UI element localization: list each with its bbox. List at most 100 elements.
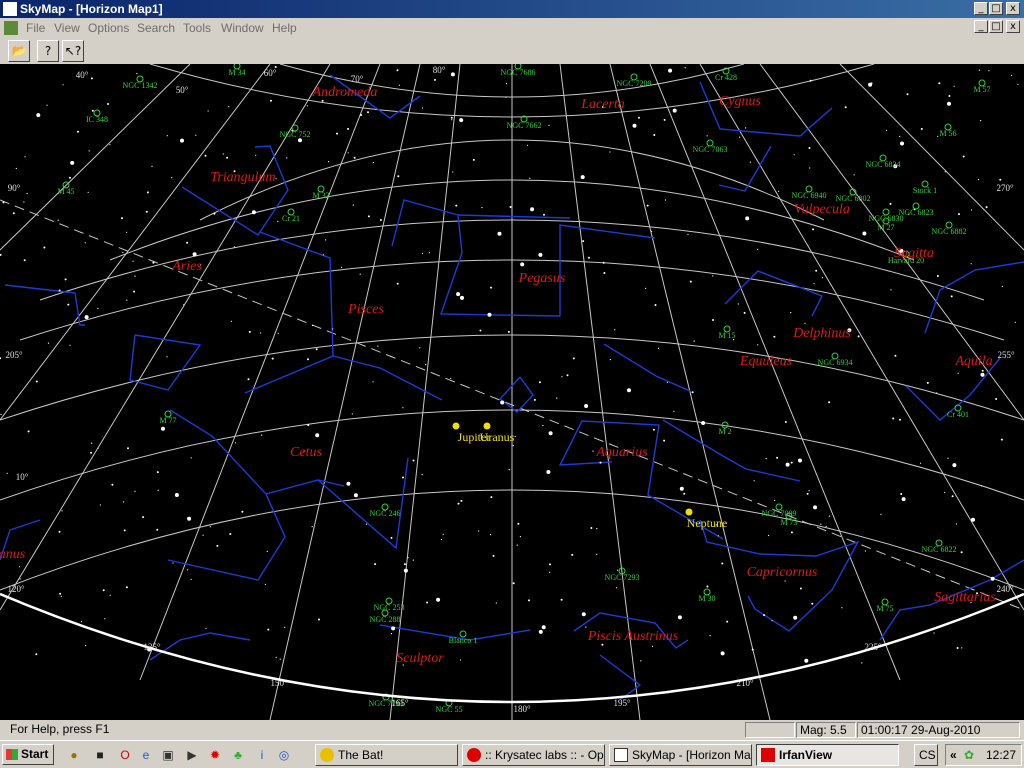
star — [230, 320, 232, 322]
constellation-label[interactable]: Aries — [171, 259, 202, 274]
planet-marker[interactable] — [452, 422, 460, 430]
constellation-label[interactable]: Piscis Austrinus — [587, 629, 679, 644]
star — [156, 471, 159, 474]
quicklaunch-game-icon[interactable]: ♣ — [230, 747, 246, 763]
task-the-bat[interactable]: The Bat! — [315, 744, 458, 766]
constellation-label[interactable]: Sculptor — [396, 651, 444, 666]
task-skymap[interactable]: SkyMap - [Horizon Ma... — [609, 744, 752, 766]
task-opera[interactable]: :: Krysatec labs :: - Op... — [462, 744, 605, 766]
dso-label: NGC 6882 — [932, 227, 967, 236]
language-indicator[interactable]: CS — [914, 744, 938, 766]
quicklaunch-ie-icon[interactable]: e — [138, 747, 154, 763]
star — [825, 525, 827, 528]
maximize-button[interactable]: □ — [989, 2, 1003, 15]
constellation-label[interactable]: Equuleus — [739, 354, 793, 369]
status-help-text: For Help, press F1 — [10, 722, 110, 736]
minimize-button[interactable]: _ — [974, 2, 988, 15]
star — [426, 601, 429, 604]
constellation-label[interactable]: Capricornus — [747, 565, 818, 580]
constellation-label[interactable]: Sagittarius — [934, 590, 996, 605]
constellation-label[interactable]: Delphinus — [792, 326, 851, 341]
star — [109, 594, 111, 596]
sky-map[interactable]: NGC 7686 NGC 7209 Cr 428 NGC 1342 M 34 M 57 IC… — [0, 64, 1024, 720]
dso-label: M 75 — [876, 604, 893, 613]
clock[interactable]: 12:27 — [986, 745, 1016, 765]
constellation-label[interactable]: Cetus — [290, 445, 322, 460]
star — [549, 563, 551, 566]
quicklaunch-irfanview-icon[interactable]: ✹ — [207, 747, 223, 763]
quicklaunch-media-icon[interactable]: ▶ — [184, 747, 200, 763]
star — [205, 627, 207, 629]
star — [407, 557, 409, 559]
star — [457, 502, 460, 505]
planet-label[interactable]: Uranus — [480, 430, 515, 444]
menu-tools[interactable]: Tools — [183, 21, 211, 35]
star — [2, 201, 5, 204]
star — [765, 458, 767, 460]
star — [947, 457, 949, 459]
document-icon[interactable] — [4, 21, 18, 35]
planet-marker[interactable] — [483, 422, 491, 430]
quicklaunch-save-icon[interactable]: ▣ — [160, 747, 176, 763]
menu-search[interactable]: Search — [137, 21, 175, 35]
constellation-label[interactable]: Andromeda — [312, 85, 378, 100]
star — [23, 201, 25, 203]
quicklaunch-info-icon[interactable]: i — [254, 747, 270, 763]
tray-app-icon[interactable]: ✿ — [964, 745, 974, 765]
star — [868, 82, 873, 87]
star — [391, 626, 396, 631]
constellation-label[interactable]: Cygnus — [719, 94, 762, 109]
constellation-label[interactable]: Triangulum — [210, 170, 275, 185]
star — [372, 381, 374, 383]
quicklaunch-bat-icon[interactable]: ● — [66, 747, 82, 763]
task-irfanview[interactable]: IrfanView — [756, 744, 899, 766]
star — [952, 463, 957, 468]
star — [12, 212, 15, 215]
menu-options[interactable]: Options — [88, 21, 129, 35]
skymap-app-icon[interactable] — [3, 2, 17, 16]
star — [906, 93, 909, 96]
close-button[interactable]: x — [1006, 2, 1020, 15]
star — [890, 289, 892, 291]
constellation-label[interactable]: Lacerta — [580, 97, 625, 112]
menu-file[interactable]: File — [26, 21, 45, 35]
menu-help[interactable]: Help — [272, 21, 297, 35]
star — [69, 344, 71, 346]
star — [804, 322, 806, 324]
constellation-label[interactable]: anus — [0, 547, 26, 562]
star — [813, 283, 815, 285]
planet-marker[interactable] — [685, 508, 693, 516]
quicklaunch-app-icon[interactable]: ■ — [92, 747, 108, 763]
dso-label: NGC 6940 — [792, 191, 827, 200]
menu-view[interactable]: View — [54, 21, 80, 35]
quicklaunch-folder-icon[interactable]: ◎ — [276, 747, 292, 763]
dso-label: Stock 1 — [913, 186, 937, 195]
constellation-label[interactable]: Aquila — [954, 354, 992, 369]
star — [512, 582, 515, 585]
star — [351, 413, 353, 415]
planet-label[interactable]: Neptune — [687, 516, 728, 530]
constellation-label[interactable]: Pegasus — [518, 271, 566, 286]
star — [279, 658, 281, 660]
dso-label: NGC 7293 — [605, 573, 640, 582]
start-button[interactable]: Start — [2, 744, 54, 765]
help-button[interactable]: ? — [37, 40, 59, 62]
star — [812, 228, 815, 231]
quicklaunch-opera-icon[interactable]: O — [117, 747, 133, 763]
constellation-label[interactable]: Aquarius — [595, 445, 648, 460]
star — [640, 660, 642, 662]
open-button[interactable]: 📂 — [8, 40, 30, 62]
constellation-label[interactable]: Pisces — [347, 302, 384, 317]
doc-minimize-button[interactable]: _ — [974, 20, 988, 33]
tray-expand-icon[interactable]: « — [950, 745, 957, 765]
star — [275, 656, 277, 658]
doc-close-button[interactable]: x — [1006, 20, 1020, 33]
constellation-label[interactable]: Vulpecula — [794, 202, 850, 217]
constellation-label[interactable]: Sagitta — [894, 246, 934, 261]
context-help-button[interactable]: ↖? — [62, 40, 84, 62]
star — [87, 191, 89, 193]
menu-window[interactable]: Window — [221, 21, 264, 35]
doc-restore-button[interactable]: □ — [989, 20, 1003, 33]
star — [284, 626, 286, 628]
star — [808, 147, 811, 149]
